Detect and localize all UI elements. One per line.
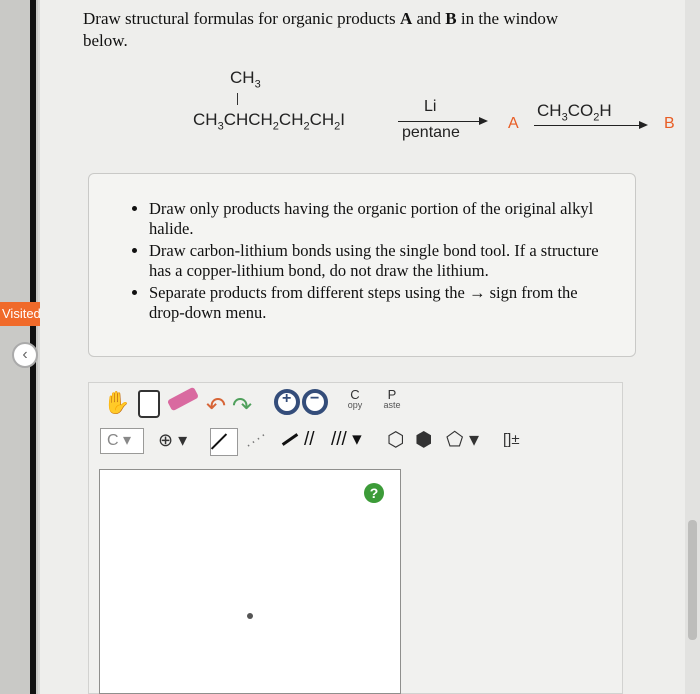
product-b-label: B — [664, 115, 675, 132]
triple-bond-tool[interactable]: /// ▾ — [331, 428, 367, 454]
reagent-pentane: pentane — [402, 124, 460, 141]
redo-icon[interactable]: ↷ — [232, 392, 252, 421]
cyclopentane-tool[interactable]: ⬠ ▾ — [446, 428, 484, 454]
cursor-dot — [247, 613, 253, 619]
zoom-out-icon[interactable] — [302, 389, 328, 415]
undo-icon[interactable]: ↶ — [206, 392, 226, 421]
instruction-list: Draw only products having the organic po… — [129, 199, 617, 323]
question-text: Draw structural formulas for organic pro… — [83, 9, 559, 50]
methyl-bond — [237, 93, 238, 105]
instructions-box: Draw only products having the organic po… — [88, 173, 636, 357]
template-icon[interactable] — [138, 390, 160, 418]
double-bond-tool[interactable]: // — [304, 428, 328, 454]
scrollbar[interactable] — [685, 0, 700, 694]
zoom-in-icon[interactable] — [274, 389, 300, 415]
bracket-tool[interactable]: []± — [503, 428, 533, 454]
drawing-canvas[interactable] — [99, 469, 401, 694]
reaction-arrow-2 — [534, 121, 648, 129]
instruction-item: Draw only products having the organic po… — [149, 199, 617, 239]
hand-icon[interactable]: ✋ — [103, 390, 130, 415]
scrollbar-thumb[interactable] — [688, 520, 697, 640]
help-icon[interactable]: ? — [364, 483, 384, 503]
instruction-item: Draw carbon-lithium bonds using the sing… — [149, 241, 617, 281]
charge-select[interactable]: ⊕ ▾ — [158, 428, 200, 454]
benzene-tool[interactable]: ⬢ — [415, 428, 439, 454]
wedge-bond-tool[interactable] — [276, 428, 300, 454]
paste-button[interactable]: Paste — [376, 387, 408, 410]
reagent-lithium: Li — [424, 98, 437, 115]
cyclohexane-tool[interactable]: ⬡ — [387, 428, 411, 454]
instruction-item: Separate products from different steps u… — [149, 283, 617, 323]
reaction-arrow-1 — [398, 117, 488, 125]
reactant-formula: CH3CHCH2CH2CH2I — [193, 110, 346, 133]
product-a-label: A — [508, 115, 519, 132]
element-select[interactable]: C ▾ — [100, 428, 144, 454]
methyl-group: CH3 — [230, 68, 261, 91]
previous-icon[interactable]: ‹ — [12, 342, 38, 368]
single-bond-tool[interactable] — [210, 428, 238, 456]
reagent-acetic-acid: CH3CO2H — [537, 101, 612, 124]
copy-button[interactable]: Copy — [341, 387, 369, 410]
